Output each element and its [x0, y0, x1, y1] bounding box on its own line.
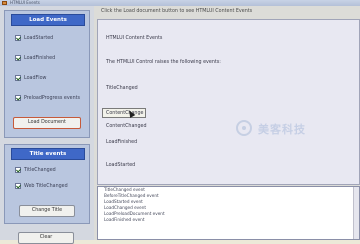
change-title-button[interactable]: Change Title	[19, 205, 75, 217]
clear-button[interactable]: Clear	[18, 232, 74, 244]
app-window: HTMLUI Events Load Events LoadStarted Lo…	[0, 0, 360, 244]
checkbox-icon[interactable]	[15, 95, 21, 101]
html-content-pane[interactable]: HTMLUI Content Events The HTMLUI Control…	[97, 19, 360, 185]
checkbox-load-finished[interactable]: LoadFinished	[15, 53, 55, 63]
content-line: LoadStarted	[106, 163, 136, 168]
watermark-text: 美客科技	[258, 123, 306, 136]
app-icon	[2, 1, 7, 5]
content-line: The HTMLUI Control raises the following …	[106, 60, 221, 65]
checkbox-load-flow[interactable]: LoadFlow	[15, 73, 46, 83]
load-events-group: Load Events LoadStarted LoadFinished Loa…	[4, 10, 90, 138]
checkbox-load-started[interactable]: LoadStarted	[15, 33, 53, 43]
content-line: ContentChange	[106, 111, 144, 116]
load-events-header: Load Events	[11, 14, 85, 26]
left-panel: Load Events LoadStarted LoadFinished Loa…	[0, 6, 94, 244]
log-scrollbar[interactable]	[353, 187, 359, 239]
content-line: TitleChanged	[106, 86, 138, 91]
checkbox-label: TitleChanged	[24, 167, 56, 173]
checkbox-icon[interactable]	[15, 75, 21, 81]
checkbox-icon[interactable]	[15, 183, 21, 189]
checkbox-icon[interactable]	[15, 35, 21, 41]
checkbox-label: LoadStarted	[24, 35, 54, 41]
info-text: Click the Load document button to see HT…	[101, 9, 253, 14]
event-log[interactable]: TitleChanged event BeforeTitleChanged ev…	[97, 186, 360, 240]
checkbox-label: PreloadProgress events	[24, 95, 81, 101]
content-heading: HTMLUI Content Events	[106, 36, 163, 41]
checkbox-title-changed[interactable]: TitleChanged	[15, 165, 56, 175]
title-events-group: Title events TitleChanged Web TitleChang…	[4, 144, 90, 224]
content-line: LoadFinished	[106, 140, 138, 145]
checkbox-icon[interactable]	[15, 55, 21, 61]
checkbox-icon[interactable]	[15, 167, 21, 173]
checkbox-preload-progress[interactable]: PreloadProgress events	[15, 93, 80, 103]
checkbox-label: LoadFlow	[24, 75, 47, 81]
load-document-button[interactable]: Load Document	[13, 117, 81, 129]
checkbox-label: Web TitleChanged	[24, 183, 68, 189]
content-line: ContentChanged	[106, 124, 147, 129]
log-line: LoadFinished event	[104, 217, 145, 222]
checkbox-web-title-changed[interactable]: Web TitleChanged	[15, 181, 68, 191]
watermark-logo-icon	[236, 120, 252, 136]
checkbox-label: LoadFinished	[24, 55, 56, 61]
title-events-header: Title events	[11, 148, 85, 160]
